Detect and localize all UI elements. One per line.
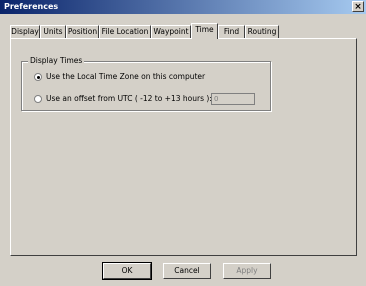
tab-waypoint[interactable]: Waypoint: [151, 25, 191, 38]
local-time-zone-radio[interactable]: [34, 73, 42, 81]
local-time-zone-label[interactable]: Use the Local Time Zone on this computer: [46, 72, 205, 81]
title-bar[interactable]: Preferences ×: [0, 0, 366, 14]
tab-position[interactable]: Position: [66, 25, 99, 38]
preferences-dialog: Preferences × Display Units Position Fil…: [0, 0, 366, 286]
display-times-group: Display Times Use the Local Time Zone on…: [21, 56, 271, 111]
ok-button[interactable]: OK: [102, 262, 152, 280]
apply-button[interactable]: Apply: [223, 263, 271, 279]
tab-units[interactable]: Units: [40, 25, 66, 38]
tab-routing[interactable]: Routing: [245, 25, 279, 38]
tab-display[interactable]: Display: [10, 25, 40, 38]
utc-offset-label[interactable]: Use an offset from UTC ( -12 to +13 hour…: [46, 94, 212, 103]
utc-offset-radio[interactable]: [34, 95, 42, 103]
radio-selected-dot: [37, 76, 40, 79]
window-title: Preferences: [4, 2, 59, 11]
tab-find[interactable]: Find: [218, 25, 245, 38]
display-times-label: Display Times: [28, 56, 85, 65]
close-icon[interactable]: ×: [352, 1, 364, 12]
time-tab-panel: Display Times Use the Local Time Zone on…: [10, 38, 357, 256]
cancel-button[interactable]: Cancel: [163, 263, 211, 279]
tab-time[interactable]: Time: [191, 23, 218, 39]
utc-offset-input[interactable]: 0: [211, 93, 255, 105]
tab-file-location[interactable]: File Location: [99, 25, 151, 38]
